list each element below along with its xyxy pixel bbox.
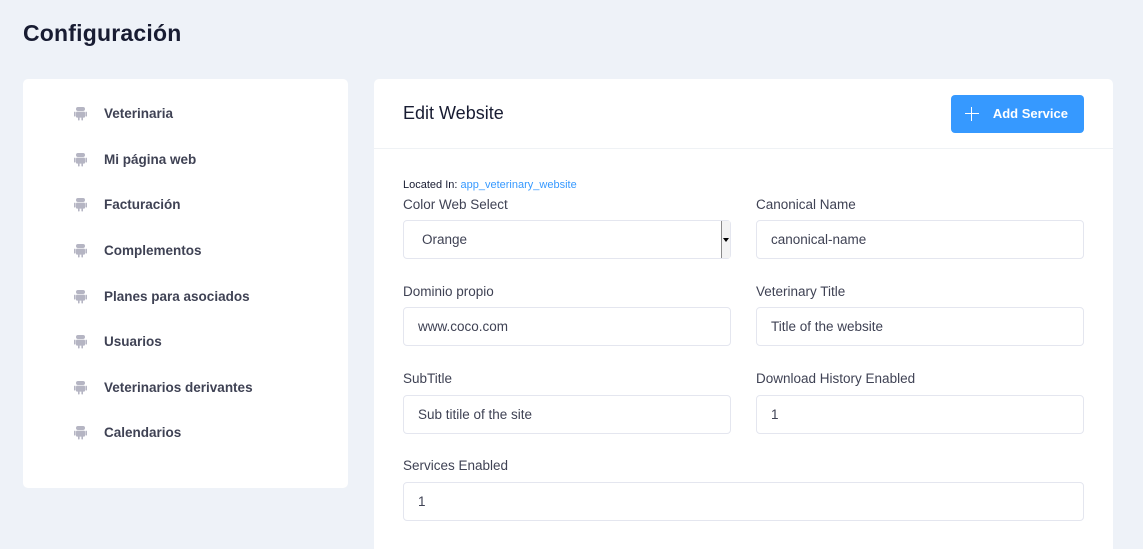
add-service-button[interactable]: Add Service — [950, 94, 1084, 133]
dominio-propio-label: Dominio propio — [403, 284, 494, 299]
veterinary-title-label: Veterinary Title — [756, 284, 846, 299]
color-web-select-value: Orange — [422, 232, 468, 247]
card-header: Edit Website Add Service — [374, 79, 1113, 149]
services-enabled-label: Services Enabled — [403, 458, 509, 473]
android-icon — [73, 151, 87, 167]
services-enabled-value: 1 — [418, 494, 426, 509]
android-icon — [73, 334, 87, 350]
services-enabled-input[interactable]: 1 — [403, 482, 1084, 521]
dominio-propio-value: www.coco.com — [418, 319, 509, 334]
sidebar-item-mi-pagina-web[interactable]: Mi página web — [23, 137, 348, 183]
sidebar-item-label: Facturación — [104, 197, 181, 213]
dominio-propio-input[interactable]: www.coco.com — [403, 307, 731, 346]
subtitle-value: Sub titile of the site — [418, 407, 533, 422]
chevron-down-icon[interactable] — [721, 221, 730, 258]
subtitle-input[interactable]: Sub titile of the site — [403, 395, 731, 434]
sidebar-item-label: Usuarios — [104, 334, 162, 350]
android-icon — [73, 288, 87, 304]
android-icon — [73, 197, 87, 213]
download-history-enabled-input[interactable]: 1 — [756, 395, 1084, 434]
sidebar-item-veterinaria[interactable]: Veterinaria — [23, 91, 348, 137]
veterinary-title-input[interactable]: Title of the website — [756, 307, 1084, 346]
color-web-select-label: Color Web Select — [403, 197, 508, 212]
android-icon — [73, 379, 87, 395]
sidebar-item-complementos[interactable]: Complementos — [23, 228, 348, 274]
download-history-enabled-label: Download History Enabled — [756, 371, 916, 386]
located-in-text: Located In: app_veterinary_website — [403, 179, 577, 191]
sidebar-item-veterinarios-derivantes[interactable]: Veterinarios derivantes — [23, 365, 348, 411]
edit-website-card: Edit Website Add Service Located In: app… — [374, 79, 1113, 549]
sidebar-item-calendarios[interactable]: Calendarios — [23, 410, 348, 456]
sidebar-item-label: Mi página web — [104, 151, 197, 167]
located-in-path: app_veterinary_website — [460, 179, 577, 191]
located-in-prefix: Located In: — [403, 179, 458, 191]
canonical-name-input[interactable]: canonical-name — [756, 220, 1084, 259]
canonical-name-value: canonical-name — [771, 232, 867, 247]
sidebar-item-planes-para-asociados[interactable]: Planes para asociados — [23, 273, 348, 319]
sidebar-item-label: Veterinaria — [104, 106, 174, 122]
sidebar-item-label: Complementos — [104, 243, 202, 259]
card-title: Edit Website — [403, 103, 504, 123]
sidebar-item-label: Calendarios — [104, 425, 182, 441]
sidebar-item-usuarios[interactable]: Usuarios — [23, 319, 348, 365]
download-history-enabled-value: 1 — [771, 407, 779, 422]
canonical-name-label: Canonical Name — [756, 197, 856, 212]
plus-icon — [964, 106, 979, 121]
sidebar-item-facturacion[interactable]: Facturación — [23, 182, 348, 228]
sidebar-item-label: Veterinarios derivantes — [104, 379, 253, 395]
veterinary-title-value: Title of the website — [771, 319, 884, 334]
subtitle-label: SubTitle — [403, 371, 453, 386]
sidebar-item-label: Planes para asociados — [104, 288, 250, 304]
android-icon — [73, 425, 87, 441]
page-title: Configuración — [23, 20, 182, 46]
android-icon — [73, 106, 87, 122]
add-service-label: Add Service — [992, 106, 1068, 121]
color-web-select[interactable]: Orange — [403, 220, 731, 259]
settings-sidebar: Veterinaria Mi página web Facturación Co… — [23, 79, 348, 488]
android-icon — [73, 243, 87, 259]
